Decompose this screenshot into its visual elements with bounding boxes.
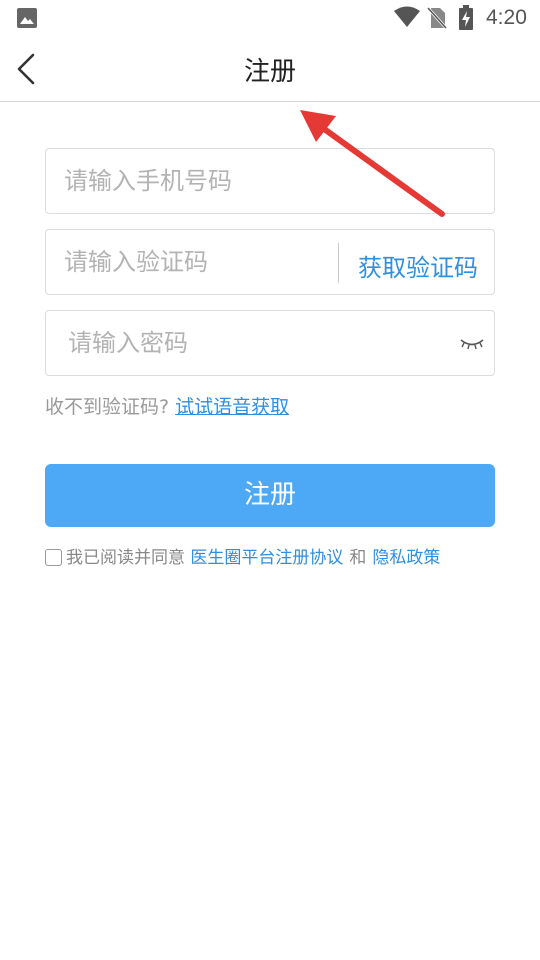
image-icon <box>17 8 37 28</box>
divider <box>338 243 339 283</box>
agreement-checkbox[interactable] <box>45 549 62 566</box>
voice-code-row: 收不到验证码? 试试语音获取 <box>45 392 289 419</box>
annotation-arrow-icon <box>300 110 445 217</box>
password-input[interactable] <box>68 311 438 375</box>
password-field <box>45 310 495 376</box>
terms-link[interactable]: 医生圈平台注册协议 <box>190 548 343 568</box>
voice-code-link[interactable]: 试试语音获取 <box>175 396 289 418</box>
code-input[interactable] <box>64 230 334 294</box>
agreement-row: 我已阅读并同意 医生圈平台注册协议和隐私政策 <box>45 543 440 568</box>
register-button[interactable]: 注册 <box>45 464 495 527</box>
code-field: 获取验证码 <box>45 229 495 295</box>
agreement-text: 我已阅读并同意 <box>66 548 185 568</box>
status-time: 4:20 <box>486 6 527 29</box>
wifi-icon <box>394 6 420 27</box>
get-code-button[interactable]: 获取验证码 <box>358 248 478 283</box>
header: 注册 <box>0 36 540 102</box>
no-sim-icon <box>426 6 448 30</box>
battery-charging-icon <box>459 5 473 30</box>
page-title: 注册 <box>243 57 296 87</box>
and-text: 和 <box>349 548 367 568</box>
voice-prompt: 收不到验证码? <box>45 396 170 418</box>
status-bar: 4:20 <box>0 0 540 36</box>
eye-closed-icon[interactable] <box>460 337 484 351</box>
privacy-link[interactable]: 隐私政策 <box>372 548 440 568</box>
